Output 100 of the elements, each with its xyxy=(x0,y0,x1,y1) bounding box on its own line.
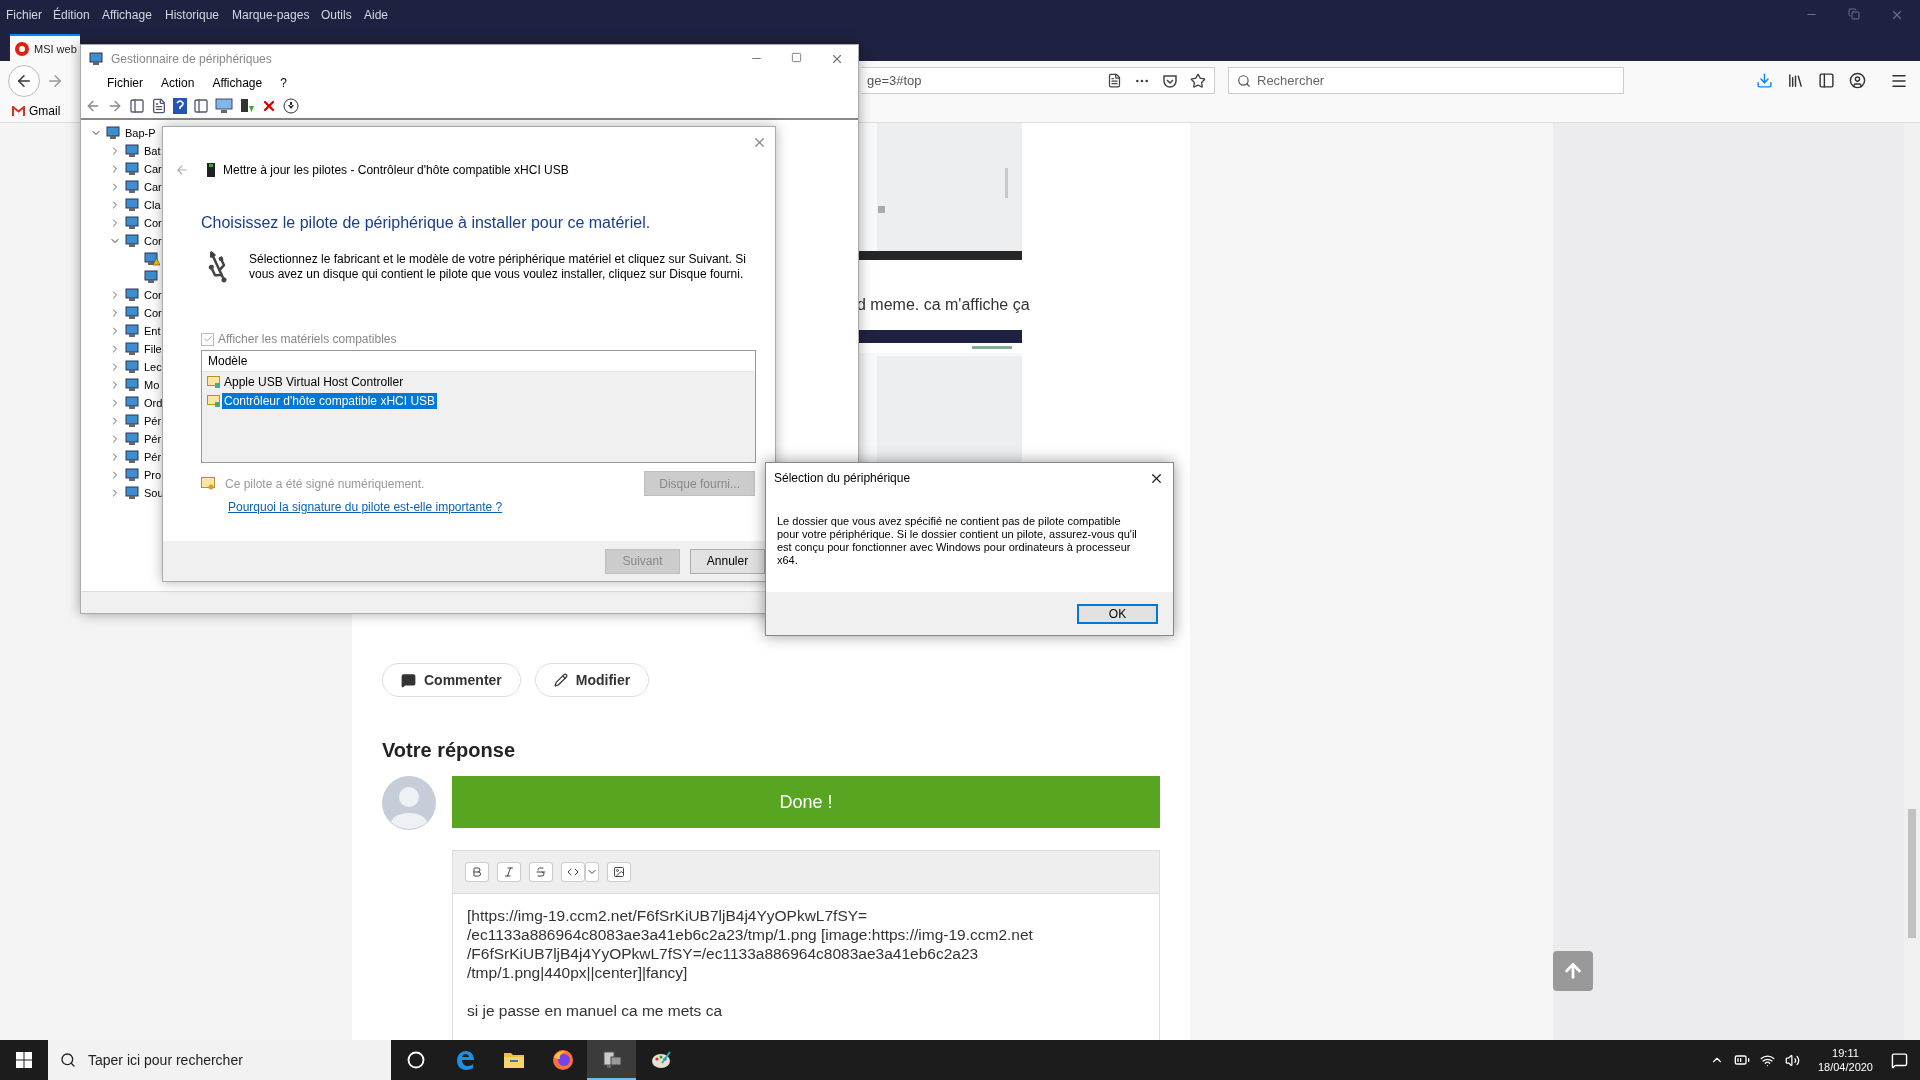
model-item[interactable]: Apple USB Virtual Host Controller xyxy=(222,373,406,390)
signed-text: Ce pilote a été signé numériquement. xyxy=(225,476,425,491)
column-header: Modèle xyxy=(208,354,248,368)
reply-field[interactable]: [https://img-19.ccm2.net/F6fSrKiUB7ljB4j4YyOPkwL7fSY= /ec1133a886964c8083ae3a41eb6c2a23/tmp/1.png [image:https://img-19.ccm2.net /F6fSrKiUB7ljB4j4YyOPkwL7fSY=/ec1133a886964c8083ae3a41eb6c2a23 /tmp/1.png|440px||center]|fancy] si je passe en manuel ca me mets ca xyxy=(452,894,1160,1040)
scroll-top-button[interactable] xyxy=(1553,951,1593,991)
restore-icon[interactable] xyxy=(1848,8,1860,20)
properties-icon[interactable] xyxy=(151,98,167,114)
tree-item[interactable]: Bat xyxy=(144,145,161,157)
comment-button[interactable]: Commenter xyxy=(382,663,521,697)
tree-item[interactable]: Pér xyxy=(144,451,162,463)
address-field[interactable]: ge=3#top xyxy=(861,67,1215,94)
tree-item[interactable]: Cor xyxy=(144,217,162,229)
volume-icon[interactable] xyxy=(1784,1052,1800,1068)
strikethrough-icon xyxy=(535,866,547,878)
device-icon xyxy=(125,342,141,356)
pencil-icon xyxy=(553,673,568,687)
dialog-title: Mettre à jour les pilotes - Contrôleur d'hôte compatible xHCI USB xyxy=(223,163,569,177)
tree-item[interactable]: Car xyxy=(144,163,162,175)
pocket-icon[interactable] xyxy=(1162,72,1178,89)
tree-item[interactable]: Bap-P xyxy=(125,127,156,139)
model-item[interactable]: Contrôleur d'hôte compatible xHCI USB xyxy=(222,392,438,409)
menu-item[interactable]: Aide xyxy=(364,8,404,22)
menu-item[interactable]: Fichier xyxy=(107,76,143,90)
search-field[interactable]: Rechercher xyxy=(1228,67,1624,94)
instructions-text: Sélectionnez le fabricant et le modèle de votre périphérique matériel et cliquez sur Suivant. Si vous avez un disque qui contient le pilote que vous voulez installer, cliquez sur Disque fourni. xyxy=(249,252,747,282)
tree-item[interactable]: Lec xyxy=(144,361,162,373)
update-driver-icon[interactable] xyxy=(239,98,255,114)
search-icon xyxy=(60,1052,76,1068)
driver-icon xyxy=(207,394,220,407)
help-icon[interactable] xyxy=(173,98,187,114)
tree-item[interactable]: Ord xyxy=(144,397,163,409)
forward-icon[interactable] xyxy=(107,98,123,114)
menu-item[interactable]: ? xyxy=(280,76,287,90)
tree-item[interactable]: Ent xyxy=(144,325,161,337)
star-icon[interactable] xyxy=(1190,72,1206,89)
dialog-button[interactable]: Annuler xyxy=(690,548,765,574)
device-icon xyxy=(125,306,141,320)
device-manager-icon[interactable] xyxy=(600,1049,623,1069)
library-icon[interactable] xyxy=(1787,72,1804,89)
device-icon xyxy=(125,378,141,392)
menu-item[interactable]: Action xyxy=(161,76,195,90)
back-button[interactable] xyxy=(8,64,40,97)
tree-item[interactable]: Cor xyxy=(144,307,162,319)
account-icon[interactable] xyxy=(1849,72,1866,89)
monitor-icon[interactable] xyxy=(215,98,233,114)
tree-item[interactable]: Mo xyxy=(144,379,160,391)
scrollbar-thumb[interactable] xyxy=(1908,809,1916,938)
firefox-icon[interactable] xyxy=(551,1049,574,1071)
device-icon xyxy=(125,234,141,248)
device-icon xyxy=(125,216,141,230)
back-icon[interactable] xyxy=(175,163,189,177)
device-icon xyxy=(144,270,160,284)
comment-icon xyxy=(401,672,416,688)
warning-usb-icon xyxy=(144,252,160,266)
italic-icon xyxy=(503,866,515,878)
folder-icon[interactable] xyxy=(502,1051,525,1069)
format-button[interactable] xyxy=(607,862,631,882)
menu-item[interactable]: Édition xyxy=(53,8,102,22)
bookmark-link[interactable]: Gmail xyxy=(29,104,61,118)
console-tree-icon[interactable] xyxy=(129,98,145,114)
format-button[interactable] xyxy=(561,862,585,882)
device-icon xyxy=(125,432,141,446)
menu-item[interactable]: Affichage xyxy=(102,8,165,22)
action-pane-icon[interactable] xyxy=(193,98,209,114)
menu-item[interactable]: Historique xyxy=(165,8,232,22)
maximize-icon[interactable] xyxy=(791,51,802,63)
tree-item[interactable]: Pro xyxy=(144,469,162,481)
sidebar-icon[interactable] xyxy=(1818,72,1835,89)
uninstall-icon[interactable] xyxy=(261,98,277,114)
menu-item[interactable]: Fichier xyxy=(6,8,53,22)
avatar-icon xyxy=(382,776,436,830)
windows-logo-icon xyxy=(16,1052,32,1068)
browser-tab[interactable]: MSI web xyxy=(10,34,80,61)
taskbar-search-field[interactable]: Taper ici pour rechercher xyxy=(48,1040,391,1080)
tree-item[interactable]: Car xyxy=(144,181,162,193)
reader-icon[interactable] xyxy=(1107,73,1122,88)
menu-item[interactable]: Affichage xyxy=(212,76,263,90)
usb-drive-icon xyxy=(207,163,215,177)
tree-item[interactable]: Cor xyxy=(144,235,162,247)
dialog-heading: Choisissez le pilote de périphérique à installer pour ce matériel. xyxy=(201,214,652,232)
wifi-icon[interactable] xyxy=(1759,1052,1775,1068)
download-icon[interactable] xyxy=(283,98,299,114)
tree-item[interactable]: Pér xyxy=(144,415,162,427)
tree-item[interactable]: Cor xyxy=(144,289,162,301)
device-icon xyxy=(125,414,141,428)
cortana-icon[interactable] xyxy=(406,1051,425,1069)
clock[interactable]: 19:11 18/04/2020 xyxy=(1809,1046,1881,1074)
back-icon[interactable] xyxy=(85,98,101,114)
dialog-title: Sélection du périphérique xyxy=(774,471,911,485)
menu-item[interactable]: Marque-pages xyxy=(232,8,321,22)
battery-icon[interactable] xyxy=(1733,1052,1750,1068)
tree-item[interactable]: Cla xyxy=(144,199,161,211)
ok-button[interactable]: OK xyxy=(1077,603,1158,624)
tree-item[interactable]: Pér xyxy=(144,433,162,445)
paint-icon[interactable] xyxy=(649,1049,672,1071)
mail-icon xyxy=(12,106,25,116)
edit-button[interactable]: Modifier xyxy=(534,663,650,697)
tree-item[interactable]: File xyxy=(144,343,162,355)
notification-icon[interactable] xyxy=(1891,1051,1908,1069)
menu-item[interactable]: Outils xyxy=(321,8,364,22)
